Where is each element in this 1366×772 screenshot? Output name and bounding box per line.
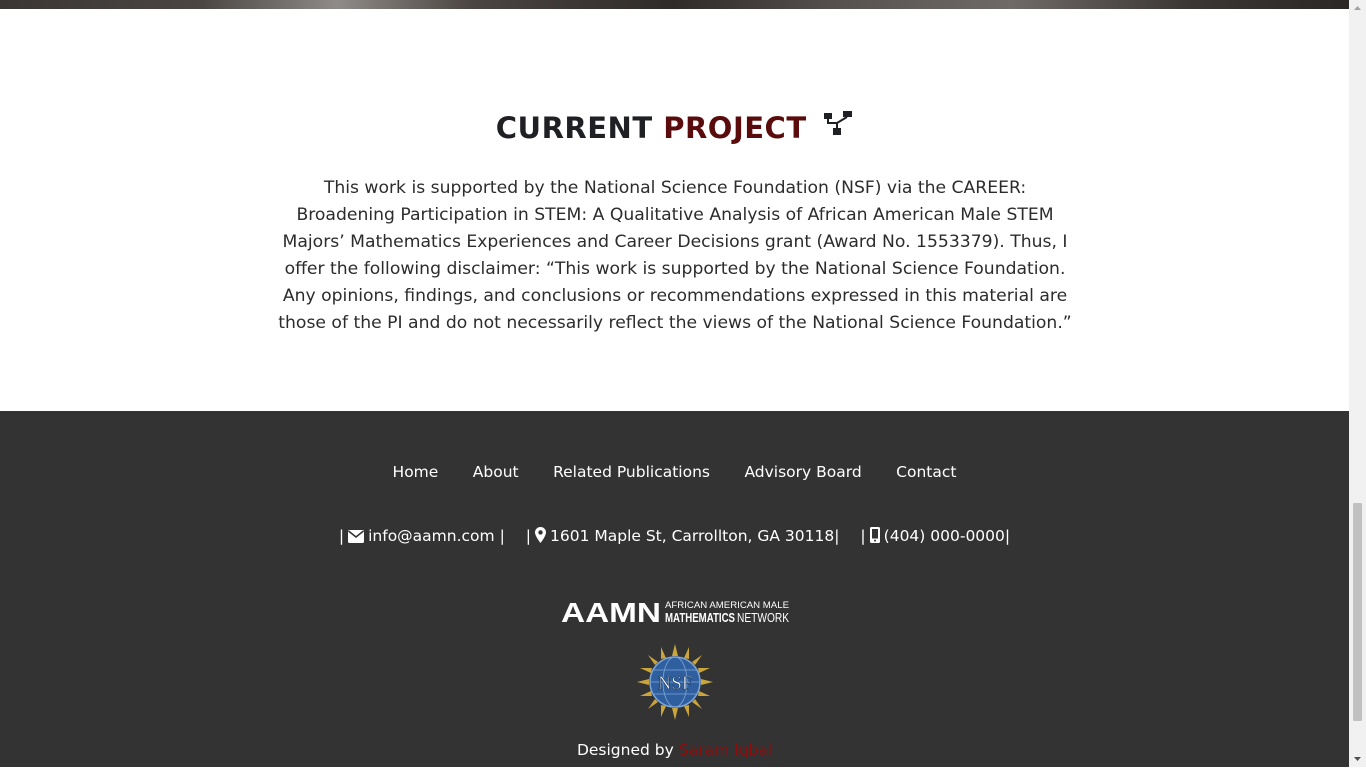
- scroll-down-arrow-icon[interactable]: [1349, 750, 1366, 767]
- page: CURRENT PROJECT This work is supported b…: [0, 0, 1349, 767]
- svg-text:NETWORK: NETWORK: [737, 610, 789, 625]
- envelope-icon: [348, 529, 365, 547]
- current-project-section: CURRENT PROJECT This work is supported b…: [0, 9, 1349, 411]
- contact-address: | 1601 Maple St, Carrollton, GA 30118|: [525, 527, 840, 547]
- footer-link-home[interactable]: Home: [393, 463, 439, 481]
- scrollbar-thumb[interactable]: [1353, 503, 1362, 721]
- footer-link-related-publications[interactable]: Related Publications: [553, 463, 710, 481]
- footer-nav: Home About Related Publications Advisory…: [0, 463, 1349, 482]
- project-description: This work is supported by the National S…: [278, 178, 1072, 333]
- footer-link-contact[interactable]: Contact: [896, 463, 956, 481]
- designed-by: Designed by Saram Iqbal: [0, 741, 1349, 759]
- designed-by-label: Designed by: [576, 741, 674, 759]
- title-project: PROJECT: [663, 111, 807, 145]
- site-footer: Home About Related Publications Advisory…: [0, 411, 1349, 767]
- designer-link[interactable]: Saram Iqbal: [679, 741, 772, 759]
- svg-text:MATHEMATICS: MATHEMATICS: [665, 610, 735, 625]
- email-text: info@aamn.com: [368, 527, 495, 545]
- sitemap-icon: [823, 110, 853, 144]
- mobile-phone-icon: [869, 527, 880, 547]
- footer-link-about[interactable]: About: [473, 463, 519, 481]
- contact-info: | info@aamn.com | | 1601 Maple St, Carroll…: [0, 527, 1349, 547]
- section-title: CURRENT PROJECT: [0, 111, 1349, 147]
- svg-text:AFRICAN AMERICAN MALE: AFRICAN AMERICAN MALE: [665, 600, 789, 610]
- address-text: 1601 Maple St, Carrollton, GA 30118: [549, 527, 835, 545]
- map-marker-icon: [534, 527, 546, 547]
- vertical-scrollbar[interactable]: [1349, 0, 1366, 767]
- svg-text:AAMN: AAMN: [561, 598, 661, 626]
- svg-text:NSF: NSF: [658, 673, 693, 694]
- footer-link-advisory-board[interactable]: Advisory Board: [744, 463, 861, 481]
- contact-email[interactable]: | info@aamn.com |: [339, 527, 505, 547]
- nsf-logo[interactable]: NSF: [635, 642, 715, 727]
- aamn-logo[interactable]: AAMN AFRICAN AMERICAN MALE MATHEMATICS N…: [561, 597, 789, 631]
- scroll-up-arrow-icon[interactable]: [1349, 0, 1366, 17]
- contact-phone[interactable]: | (404) 000-0000|: [860, 527, 1010, 547]
- phone-text: (404) 000-0000: [883, 527, 1005, 545]
- title-current: CURRENT: [495, 111, 653, 145]
- hero-image-edge: [0, 0, 1349, 9]
